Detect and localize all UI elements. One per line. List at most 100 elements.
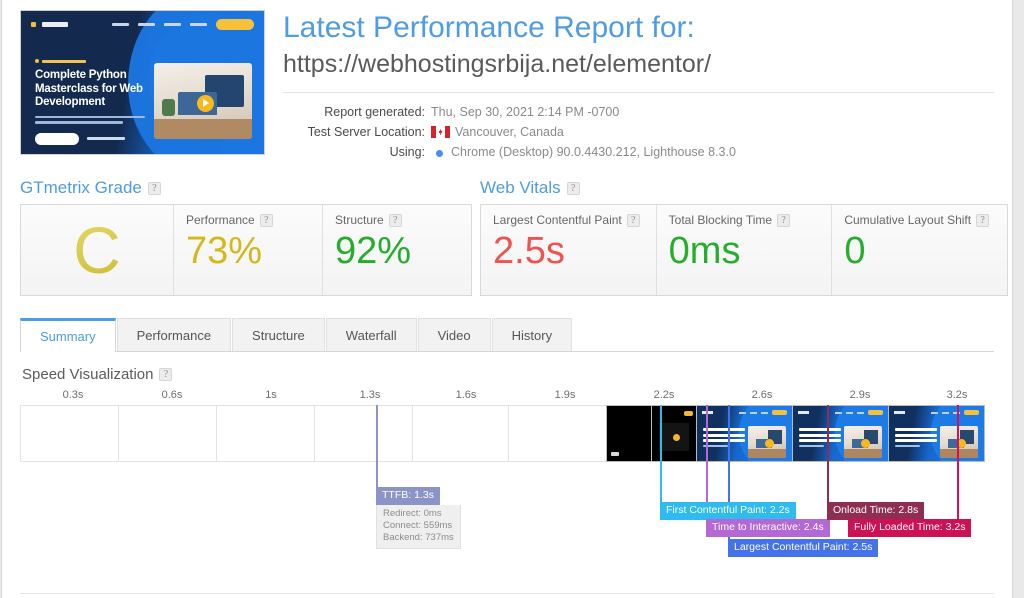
chrome-icon	[431, 145, 446, 160]
meta-value: Vancouver, Canada	[425, 122, 564, 142]
thumbnail-logo	[42, 21, 68, 27]
timeline-ticks: 0.3s 0.6s 1s 1.3s 1.6s 1.9s 2.2s 2.6s 2.…	[20, 387, 994, 405]
filmstrip-frame[interactable]	[314, 405, 413, 462]
badge-fully-loaded-time[interactable]: Fully Loaded Time: 3.2s	[848, 519, 972, 537]
report-title-block: Latest Performance Report for: https://w…	[265, 10, 994, 162]
tick-label: 1.6s	[455, 389, 477, 401]
help-icon[interactable]: ?	[159, 368, 173, 381]
lcp-label: Largest Contentful Paint	[493, 213, 622, 227]
thumbnail-buttons	[35, 132, 145, 145]
structure-label-row: Structure ?	[335, 213, 459, 227]
help-icon[interactable]: ?	[566, 181, 580, 195]
tick-label: 1.3s	[359, 389, 381, 401]
help-icon[interactable]: ?	[777, 213, 791, 227]
test-server-location-value: Vancouver, Canada	[455, 125, 564, 139]
frame-progress-bar	[610, 451, 619, 456]
help-icon[interactable]: ?	[259, 213, 273, 227]
ttfb-redirect: Redirect: 0ms	[383, 508, 442, 519]
tab-video[interactable]: Video	[417, 318, 491, 351]
report-generated-value: Thu, Sep 30, 2021 2:14 PM -0700	[431, 105, 620, 119]
performance-label: Performance	[186, 213, 255, 227]
filmstrip-frame-black-partial[interactable]	[651, 405, 697, 462]
cls-label: Cumulative Layout Shift	[844, 213, 972, 227]
tbt-label: Total Blocking Time	[668, 213, 773, 227]
structure-value: 92%	[335, 230, 412, 272]
filmstrip-frame[interactable]	[412, 405, 509, 462]
tab-label: Waterfall	[345, 327, 397, 343]
badge-largest-contentful-paint[interactable]: Largest Contentful Paint: 2.5s	[728, 539, 879, 557]
badge-ttfb[interactable]: TTFB: 1.3s	[376, 487, 440, 505]
meta-value: Chrome (Desktop) 90.0.4430.212, Lighthou…	[425, 142, 736, 162]
frame-navbar	[702, 410, 787, 415]
tbt-label-row: Total Blocking Time ?	[669, 213, 820, 227]
lcp-label-row: Largest Contentful Paint ?	[493, 213, 644, 227]
performance-value: 73%	[186, 230, 263, 272]
report-url[interactable]: https://webhostingsrbija.net/elementor/	[283, 48, 994, 80]
tab-structure[interactable]: Structure	[232, 318, 325, 351]
thumbnail-desk	[154, 119, 252, 139]
filmstrip-frame[interactable]	[20, 405, 119, 462]
tab-history[interactable]: History	[491, 318, 573, 351]
web-vitals-title: Web Vitals	[480, 178, 561, 197]
frame-play-dot	[672, 433, 680, 441]
filmstrip-frame[interactable]	[508, 405, 607, 462]
tab-label: Summary	[40, 329, 96, 344]
web-vitals-panel: Web Vitals ? Largest Contentful Paint ? …	[480, 178, 1008, 296]
lcp-value: 2.5s	[493, 230, 565, 272]
ttfb-connect: Connect: 559ms	[383, 520, 453, 531]
thumbnail-eyebrow	[35, 59, 145, 63]
speed-visualization-heading: Speed Visualization ?	[22, 366, 994, 383]
filmstrip-frame[interactable]	[118, 405, 217, 462]
thumbnail-nav-item	[112, 22, 129, 26]
tbt-metric-cell: Total Blocking Time ? 0ms	[655, 205, 832, 295]
web-vitals-heading: Web Vitals ?	[480, 178, 1008, 198]
badge-time-to-interactive[interactable]: Time to Interactive: 2.4s	[706, 519, 830, 537]
frame-photo	[844, 426, 882, 458]
help-icon[interactable]: ?	[388, 213, 402, 227]
badge-onload-time[interactable]: Onload Time: 2.8s	[827, 502, 925, 520]
tab-label: Structure	[252, 327, 305, 343]
performance-metric-cell: Performance ? 73%	[173, 205, 322, 295]
tick-label: 1s	[265, 389, 277, 401]
help-icon[interactable]: ?	[976, 213, 990, 227]
filmstrip-frame-rendered[interactable]	[888, 405, 985, 462]
speed-visualization-filmstrip: 0.3s 0.6s 1s 1.3s 1.6s 1.9s 2.2s 2.6s 2.…	[20, 387, 994, 557]
page-title: Latest Performance Report for:	[283, 11, 695, 44]
tab-performance[interactable]: Performance	[116, 318, 232, 351]
filmstrip-frame[interactable]	[216, 405, 315, 462]
thumbnail-hero-text: Complete Python Masterclass for Web Deve…	[35, 59, 145, 145]
report-header: Complete Python Masterclass for Web Deve…	[20, 0, 994, 162]
help-icon[interactable]: ?	[147, 181, 161, 195]
thumbnail-cta-button	[216, 18, 254, 30]
cls-value: 0	[844, 230, 866, 272]
filmstrip-frame-black[interactable]	[606, 405, 652, 462]
thumbnail-nav-item	[138, 22, 155, 26]
frame-photo	[940, 426, 978, 458]
tick-label: 2.6s	[751, 389, 773, 401]
thumbnail-headline: Complete Python Masterclass for Web Deve…	[35, 69, 143, 108]
thumbnail-nav-item	[190, 22, 207, 26]
tick-label: 0.6s	[161, 389, 183, 401]
gtmetrix-grade-box: C Performance ? 73% Structure ? 92%	[20, 204, 472, 296]
help-icon[interactable]: ?	[626, 213, 640, 227]
lcp-metric-cell: Largest Contentful Paint ? 2.5s	[481, 205, 656, 295]
tick-label: 0.3s	[62, 389, 84, 401]
report-tabs: Summary Performance Structure Waterfall …	[20, 318, 994, 352]
thumbnail-secondary-link	[87, 137, 125, 140]
frame-photo	[748, 426, 786, 458]
frame-headline-lines	[895, 428, 937, 449]
site-preview-thumbnail[interactable]: Complete Python Masterclass for Web Deve…	[20, 10, 265, 155]
frame-headline-lines	[703, 428, 745, 449]
web-vitals-box: Largest Contentful Paint ? 2.5s Total Bl…	[480, 204, 1008, 296]
grade-letter: C	[73, 213, 121, 287]
filmstrip-frame-rendered[interactable]	[792, 405, 889, 462]
header-divider	[283, 92, 994, 93]
badge-first-contentful-paint[interactable]: First Contentful Paint: 2.2s	[660, 502, 796, 520]
structure-metric-cell: Structure ? 92%	[322, 205, 471, 295]
tab-summary[interactable]: Summary	[20, 318, 116, 352]
play-button-icon	[197, 94, 215, 112]
tab-waterfall[interactable]: Waterfall	[325, 318, 417, 351]
thumbnail-primary-button	[35, 132, 79, 145]
tick-label: 1.9s	[554, 389, 576, 401]
filmstrip-frame-rendered[interactable]	[696, 405, 793, 462]
